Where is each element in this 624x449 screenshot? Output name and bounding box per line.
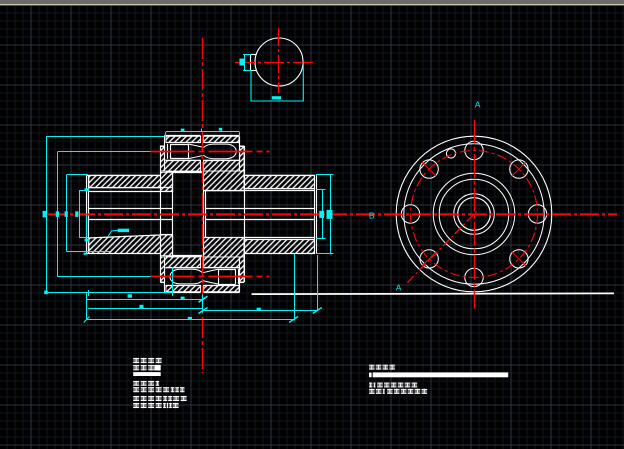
svg-text:A: A xyxy=(396,282,402,292)
svg-text:A: A xyxy=(475,100,481,110)
svg-text:B: B xyxy=(369,210,375,220)
